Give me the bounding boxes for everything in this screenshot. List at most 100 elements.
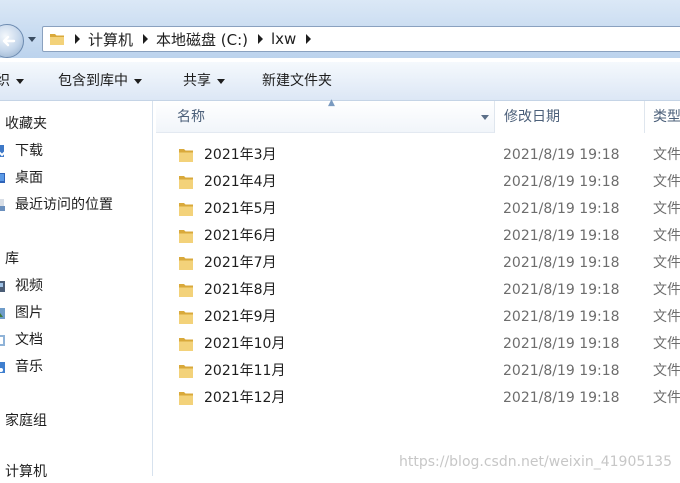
file-modified-date: 2021/8/19 19:18 <box>503 228 620 244</box>
breadcrumb-drive-c[interactable]: 本地磁盘 (C:) <box>156 29 248 50</box>
folder-icon <box>179 257 193 270</box>
include-in-library-button[interactable]: 包含到库中 <box>58 62 142 100</box>
file-name: 2021年11月 <box>204 363 286 379</box>
file-modified-date: 2021/8/19 19:18 <box>503 201 620 217</box>
include-label: 包含到库中 <box>58 73 128 89</box>
watermark: https://blog.csdn.net/weixin_41905135 <box>398 454 672 470</box>
file-row[interactable]: 2021年8月 2021/8/19 19:18 文件 <box>154 277 680 304</box>
nav-music[interactable]: 音乐 <box>0 356 43 378</box>
folder-icon <box>179 176 193 189</box>
breadcrumb-lxw[interactable]: lxw <box>271 30 296 48</box>
file-modified-date: 2021/8/19 19:18 <box>503 255 620 271</box>
chevron-down-icon <box>134 78 142 84</box>
folder-icon <box>179 203 193 216</box>
folder-icon <box>179 284 193 297</box>
videos-icon <box>0 281 5 292</box>
nav-videos[interactable]: 视频 <box>0 275 43 297</box>
nav-favorites-label: 收藏夹 <box>5 116 47 132</box>
file-name: 2021年3月 <box>204 147 277 163</box>
breadcrumb-separator-icon[interactable] <box>258 34 264 44</box>
nav-recent-label: 最近访问的位置 <box>15 197 113 213</box>
file-type: 文件 <box>653 336 680 352</box>
documents-icon <box>0 335 5 346</box>
column-header-date[interactable]: 修改日期 <box>496 101 645 133</box>
nav-favorites[interactable]: 收藏夹 <box>5 113 47 135</box>
address-bar[interactable]: 计算机 本地磁盘 (C:) lxw <box>42 26 680 52</box>
nav-documents[interactable]: 文档 <box>0 329 43 351</box>
column-header-type[interactable]: 类型 <box>646 101 680 133</box>
nav-computer[interactable]: 计算机 <box>5 461 47 483</box>
nav-downloads-label: 下载 <box>15 143 43 159</box>
folder-icon <box>179 149 193 162</box>
file-name: 2021年4月 <box>204 174 277 190</box>
column-name-label: 名称 <box>177 109 205 125</box>
file-modified-date: 2021/8/19 19:18 <box>503 309 620 325</box>
column-type-label: 类型 <box>653 109 680 125</box>
file-modified-date: 2021/8/19 19:18 <box>503 390 620 406</box>
file-name: 2021年8月 <box>204 282 277 298</box>
file-type: 文件 <box>653 201 680 217</box>
nav-pictures-label: 图片 <box>15 305 43 321</box>
file-row[interactable]: 2021年5月 2021/8/19 19:18 文件 <box>154 196 680 223</box>
file-row[interactable]: 2021年11月 2021/8/19 19:18 文件 <box>154 358 680 385</box>
file-name: 2021年5月 <box>204 201 277 217</box>
recent-places-icon <box>0 199 5 211</box>
breadcrumb-separator-icon[interactable] <box>75 34 80 44</box>
desktop-icon <box>0 173 5 183</box>
address-strip: 计算机 本地磁盘 (C:) lxw <box>0 0 680 58</box>
breadcrumb-separator-icon[interactable] <box>306 34 312 44</box>
music-icon <box>0 362 5 373</box>
file-modified-date: 2021/8/19 19:18 <box>503 363 620 379</box>
nav-downloads[interactable]: 下载 <box>0 140 43 162</box>
history-dropdown-icon[interactable] <box>28 37 36 42</box>
folder-icon <box>179 311 193 324</box>
file-modified-date: 2021/8/19 19:18 <box>503 174 620 190</box>
column-header-name[interactable]: 名称 ▲ <box>156 98 495 133</box>
nav-homegroup-label: 家庭组 <box>5 413 47 429</box>
breadcrumb-computer[interactable]: 计算机 <box>88 29 133 50</box>
file-type: 文件 <box>653 147 680 163</box>
new-folder-label: 新建文件夹 <box>262 73 332 89</box>
nav-libraries-label: 库 <box>5 251 19 267</box>
nav-libraries[interactable]: 库 <box>5 248 19 270</box>
folder-icon <box>179 392 193 405</box>
back-arrow-icon <box>2 35 16 47</box>
file-row[interactable]: 2021年10月 2021/8/19 19:18 文件 <box>154 331 680 358</box>
command-bar: 织 包含到库中 共享 新建文件夹 <box>0 62 680 101</box>
downloads-icon <box>0 145 7 157</box>
new-folder-button[interactable]: 新建文件夹 <box>262 62 332 100</box>
back-button[interactable] <box>0 24 24 58</box>
navigation-pane: 收藏夹 下载 桌面 最近访问的位置 库 视频 图片 文档 音乐 家庭组 计算机 <box>0 101 153 480</box>
share-label: 共享 <box>183 73 211 89</box>
file-type: 文件 <box>653 255 680 271</box>
file-row[interactable]: 2021年12月 2021/8/19 19:18 文件 <box>154 385 680 412</box>
sort-ascending-icon: ▲ <box>328 98 335 108</box>
nav-recent[interactable]: 最近访问的位置 <box>0 194 113 216</box>
file-row[interactable]: 2021年9月 2021/8/19 19:18 文件 <box>154 304 680 331</box>
chevron-down-icon <box>16 78 24 84</box>
file-modified-date: 2021/8/19 19:18 <box>503 282 620 298</box>
file-row[interactable]: 2021年4月 2021/8/19 19:18 文件 <box>154 169 680 196</box>
column-date-label: 修改日期 <box>504 109 560 125</box>
folder-icon <box>179 338 193 351</box>
nav-documents-label: 文档 <box>15 332 43 348</box>
file-row[interactable]: 2021年3月 2021/8/19 19:18 文件 <box>154 142 680 169</box>
nav-homegroup[interactable]: 家庭组 <box>5 410 47 432</box>
nav-pictures[interactable]: 图片 <box>0 302 43 324</box>
organize-button[interactable]: 织 <box>0 62 24 100</box>
file-name: 2021年12月 <box>204 390 286 406</box>
column-filter-dropdown-icon[interactable] <box>481 115 489 120</box>
file-row[interactable]: 2021年6月 2021/8/19 19:18 文件 <box>154 223 680 250</box>
file-name: 2021年6月 <box>204 228 277 244</box>
file-modified-date: 2021/8/19 19:18 <box>503 147 620 163</box>
nav-music-label: 音乐 <box>15 359 43 375</box>
nav-desktop[interactable]: 桌面 <box>0 167 43 189</box>
folder-icon <box>179 230 193 243</box>
share-button[interactable]: 共享 <box>183 62 225 100</box>
file-type: 文件 <box>653 282 680 298</box>
nav-desktop-label: 桌面 <box>15 170 43 186</box>
pictures-icon <box>0 308 5 319</box>
breadcrumb-separator-icon[interactable] <box>143 34 149 44</box>
file-type: 文件 <box>653 228 680 244</box>
file-row[interactable]: 2021年7月 2021/8/19 19:18 文件 <box>154 250 680 277</box>
